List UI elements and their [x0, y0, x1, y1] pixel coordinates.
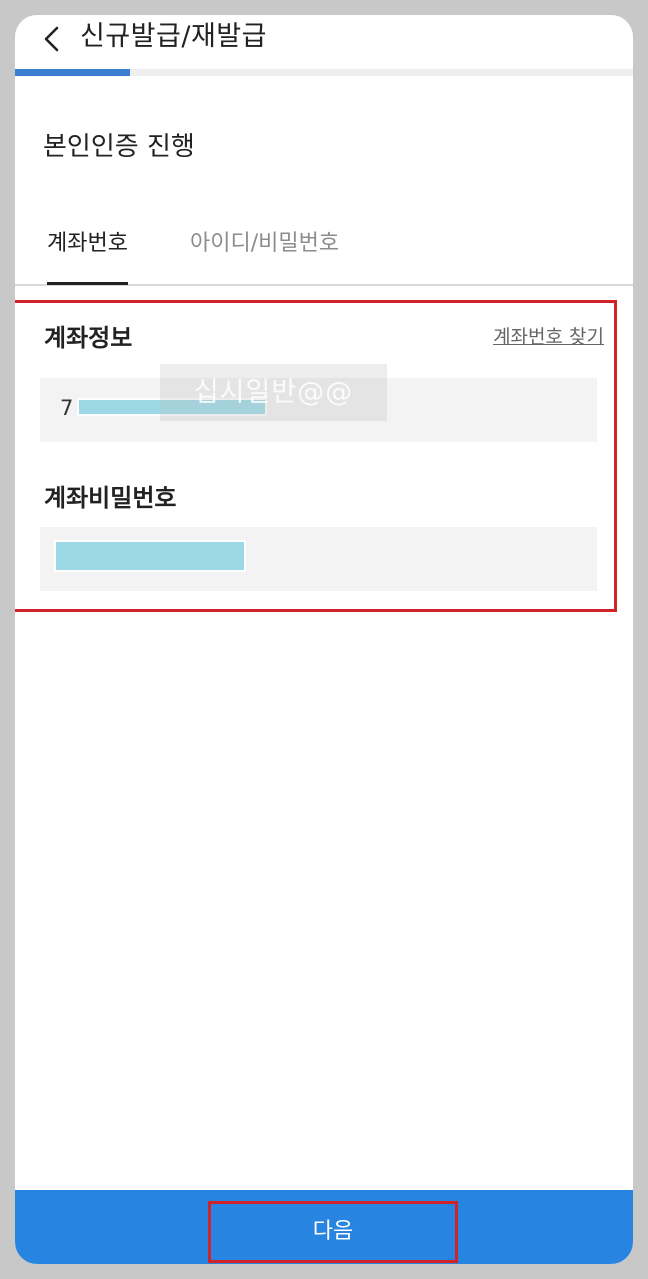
find-account-number-link[interactable]: 계좌번호 찾기	[493, 323, 604, 351]
tab-bar: 계좌번호 아이디/비밀번호	[15, 220, 633, 286]
app-screen: 신규발급/재발급 본인인증 진행 계좌번호 아이디/비밀번호 계좌정보 계좌번호…	[15, 15, 633, 1264]
section-heading: 본인인증 진행	[43, 132, 195, 162]
app-header: 신규발급/재발급	[15, 15, 633, 71]
next-button[interactable]: 다음	[208, 1201, 458, 1263]
account-number-prefix: 7	[60, 396, 74, 420]
tab-account-number[interactable]: 계좌번호	[47, 228, 128, 285]
redaction-mask	[54, 540, 246, 572]
tab-id-password[interactable]: 아이디/비밀번호	[190, 228, 339, 260]
account-password-label: 계좌비밀번호	[44, 484, 177, 512]
back-button[interactable]	[39, 22, 73, 56]
account-info-label: 계좌정보	[44, 324, 133, 352]
page-title: 신규발급/재발급	[80, 21, 267, 52]
chevron-left-icon	[44, 26, 59, 52]
account-password-field[interactable]	[40, 527, 597, 591]
watermark: 십시일반@@	[160, 364, 387, 421]
progress-bar-fill	[15, 69, 130, 76]
progress-bar	[15, 69, 633, 76]
